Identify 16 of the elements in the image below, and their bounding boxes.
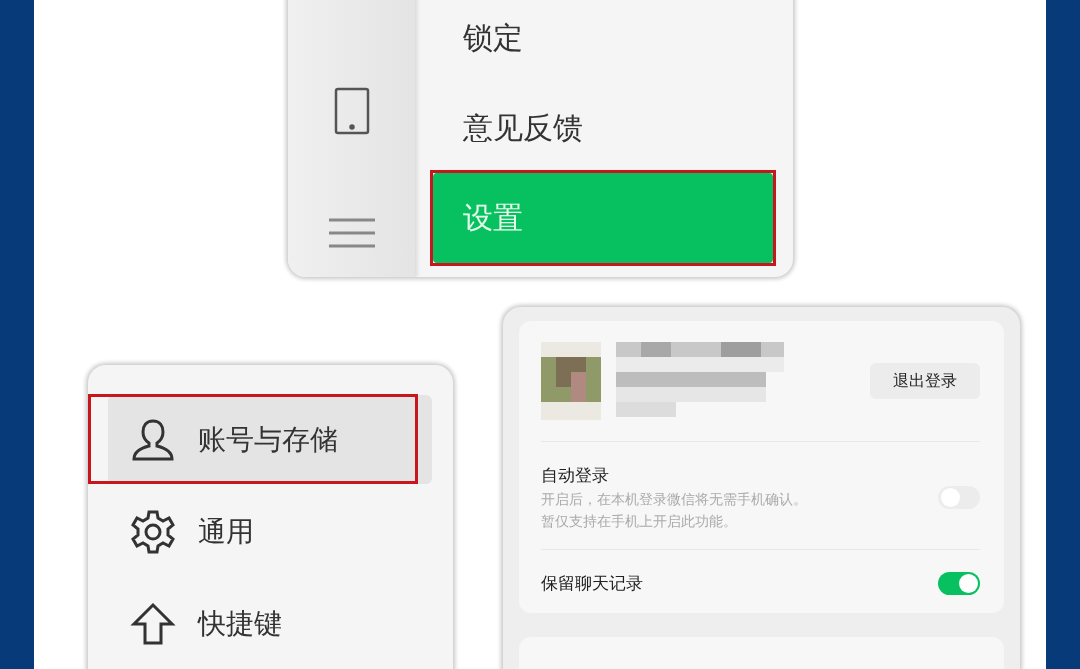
menu-item[interactable]: 意见反馈 [433, 83, 773, 173]
toggle-switch[interactable] [938, 572, 980, 595]
setting-description: 开启后，在本机登录微信将无需手机确认。 [541, 491, 807, 509]
menu-item[interactable]: 锁定 [433, 0, 773, 83]
menu-icon[interactable] [328, 217, 375, 249]
gear-icon [130, 508, 176, 555]
setting-description: 暂仅支持在手机上开启此功能。 [541, 513, 738, 531]
arrow-up-icon [130, 601, 176, 646]
setting-title: 保留聊天记录 [541, 572, 643, 595]
phone-icon[interactable] [333, 87, 370, 135]
logout-button[interactable]: 退出登录 [870, 363, 980, 399]
person-icon [130, 417, 176, 462]
setting-title: 自动登录 [541, 464, 610, 487]
nav-item[interactable]: 账号与存储 [108, 395, 432, 484]
nav-item[interactable]: 快捷键 [108, 579, 432, 668]
nav-item[interactable]: 通用 [108, 487, 432, 576]
